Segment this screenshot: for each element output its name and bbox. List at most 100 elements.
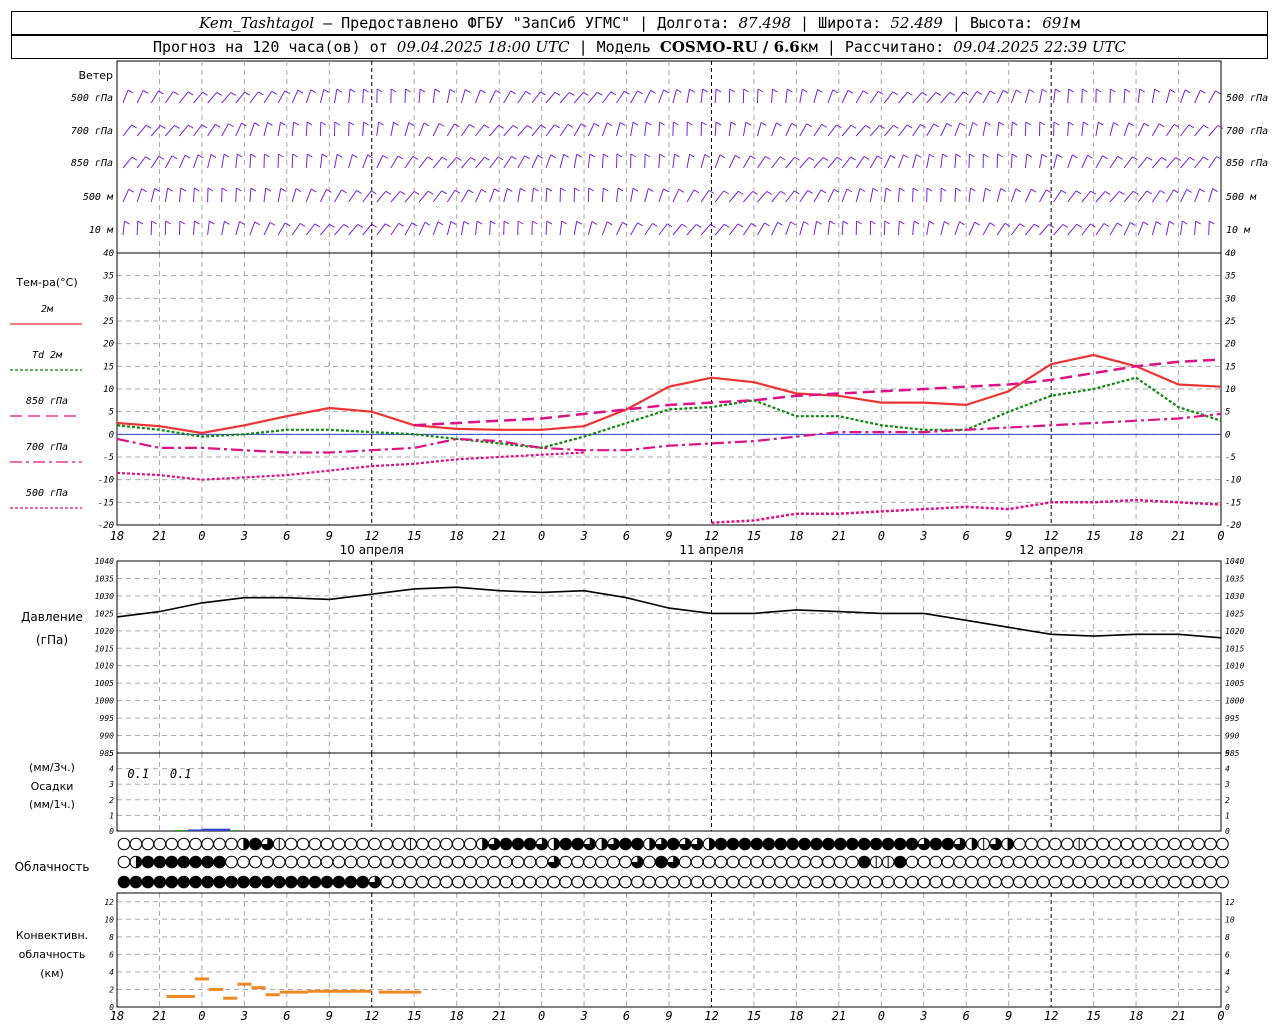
cloud-cover-symbol (165, 837, 179, 851)
cloud-cover-symbol (1192, 837, 1205, 851)
wind-barb (1151, 123, 1160, 137)
wind-barb-feather (1034, 223, 1040, 228)
wind-barb-feather (760, 122, 767, 126)
wind-barb (672, 189, 680, 203)
wind-level-right: 500 м (1226, 192, 1257, 203)
wind-barb-feather (970, 187, 976, 192)
wind-level-right: 850 гПа (1226, 158, 1268, 169)
cloud-cover-fill (774, 838, 787, 850)
wind-barb (319, 89, 325, 104)
wind-barb-feather (512, 125, 519, 129)
pres-ytick-right: 995 (1225, 714, 1240, 723)
wind-barb (926, 154, 930, 169)
wind-barb-feather (1026, 153, 1033, 158)
conv-ytick-left: 6 (109, 950, 114, 959)
wind-barb (658, 223, 668, 236)
wind-barb (799, 190, 809, 203)
wind-barb-feather (846, 188, 853, 193)
wind-barb-feather (576, 153, 582, 158)
cloud-cover-symbol (750, 855, 764, 869)
wind-barb-feather (408, 122, 415, 126)
cloud-cover-symbol (1049, 875, 1062, 889)
wind-barb (1095, 223, 1105, 236)
cloud-cover-fill (667, 838, 680, 850)
wind-barb (813, 124, 823, 137)
cloud-cover-symbol (1060, 837, 1074, 851)
wind-barb (432, 156, 443, 169)
cloud-cover-fill (571, 838, 584, 850)
cloud-cover-fill (870, 838, 883, 850)
cloud-cover-symbol (416, 837, 429, 851)
pres-ytick-left: 1035 (95, 574, 114, 583)
wind-barb-feather (723, 190, 729, 195)
wind-barb (1109, 122, 1114, 137)
cloud-cover-fill (619, 838, 632, 850)
wind-barb (968, 122, 974, 137)
wind-barb (954, 221, 960, 236)
wind-barb (362, 223, 373, 236)
cloud-cover-symbol (571, 875, 585, 889)
wind-level-left: 10 м (89, 225, 114, 236)
wind-barb-feather (872, 187, 879, 192)
cloud-cover-fill (177, 856, 190, 868)
cloud-cover-symbol (225, 837, 238, 851)
wind-barb-feather (160, 125, 166, 129)
cloud-cover-symbol (559, 875, 573, 889)
wind-barb-feather (912, 187, 919, 192)
cloud-cover-fill (273, 876, 286, 888)
wind-barb-feather (676, 89, 682, 93)
cloud-cover-symbol (929, 855, 943, 869)
wind-barb-feather (450, 221, 457, 225)
wind-barb (940, 91, 951, 104)
wind-barb-feather (385, 190, 392, 195)
wind-barb (404, 191, 415, 203)
wind-barb-feather (1146, 156, 1153, 161)
wind-barb (1137, 156, 1148, 169)
conv-xtick: 18 (110, 1009, 124, 1023)
wind-barb (898, 187, 900, 203)
wind-barb-feather (745, 121, 752, 126)
temp-xtick: 15 (1086, 529, 1100, 543)
cloud-cover-fill (798, 838, 811, 850)
cloud-cover-symbol (810, 855, 823, 869)
wind-barb (1053, 89, 1056, 104)
cloud-cover-fill (357, 876, 369, 888)
cloud-cover-symbol (368, 855, 382, 869)
cloud-cover-symbol (452, 837, 465, 851)
cloud-cover-symbol (404, 855, 417, 869)
wind-barb-feather (239, 221, 245, 225)
wind-barb (1109, 156, 1119, 169)
temp-ytick-right: 0 (1225, 430, 1230, 440)
wind-barb (940, 154, 943, 169)
conv-xtick: 6 (283, 1009, 290, 1023)
cloud-cover-fill (154, 856, 166, 868)
wind-barb-feather (1155, 221, 1162, 225)
cloud-cover-symbol (380, 875, 393, 889)
wind-barb-feather (1046, 189, 1052, 194)
temp-xtick: 12 (1044, 529, 1058, 543)
wind-barb (1123, 222, 1131, 236)
wind-barb-feather (352, 154, 358, 158)
conv-ytick-left: 8 (109, 933, 114, 942)
wind-barb (376, 122, 380, 137)
wind-barb-feather (237, 153, 243, 158)
wind-barb (785, 123, 793, 137)
cloud-cover-symbol (1180, 875, 1193, 889)
cloud-cover-symbol (1084, 875, 1098, 889)
wind-barb-feather (230, 92, 237, 96)
wind-barb-feather (1075, 190, 1082, 195)
wind-barb-feather (702, 88, 708, 93)
precip-ytick-right: 0 (1225, 827, 1230, 836)
wind-barb-feather (563, 154, 569, 158)
conv-xtick: 21 (492, 1009, 506, 1023)
temp-ytick-right: 30 (1224, 294, 1236, 304)
wind-barb (122, 221, 125, 236)
cloud-cover-symbol (452, 875, 465, 889)
wind-barb (334, 154, 338, 169)
wind-barb (912, 221, 915, 236)
wind-barb (207, 92, 218, 104)
cloud-cover-fill (154, 876, 166, 888)
cloud-cover-symbol (213, 837, 226, 851)
wind-barb-feather (820, 189, 827, 194)
wind-barb (1067, 154, 1073, 169)
